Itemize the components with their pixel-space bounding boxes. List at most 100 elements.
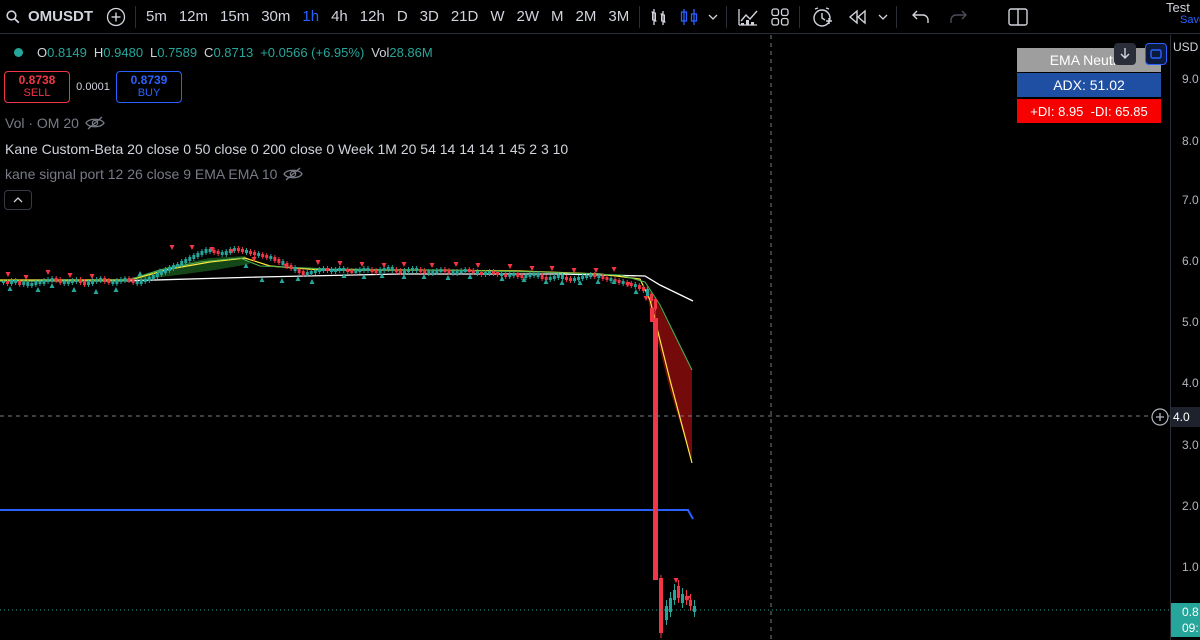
candle-body <box>305 272 309 275</box>
di-cell: +DI: 8.95 -DI: 65.85 <box>1017 99 1161 123</box>
candle-body <box>423 270 427 273</box>
symbol-search-button[interactable]: OMUSDT <box>0 4 101 30</box>
last-price-label: 0.8 09: <box>1171 603 1200 637</box>
candle-body <box>54 278 58 281</box>
candle-body <box>398 270 402 273</box>
candle-body <box>212 250 216 253</box>
candle-body <box>451 271 455 274</box>
timeframe-4h[interactable]: 4h <box>325 4 354 30</box>
timeframe-w[interactable]: W <box>484 4 510 30</box>
candle-body <box>362 268 366 271</box>
currency-selector[interactable]: USD <box>1173 40 1198 54</box>
price-tick-label: 8.0 <box>1182 134 1199 148</box>
timeframe-5m[interactable]: 5m <box>140 4 173 30</box>
candle-body <box>496 272 500 275</box>
timeframe-m[interactable]: M <box>545 4 570 30</box>
eye-off-icon[interactable] <box>85 116 105 130</box>
candle-body <box>70 280 74 283</box>
bar-style-icon[interactable] <box>644 4 674 30</box>
indicator-kane-custom[interactable]: Kane Custom-Beta 20 close 0 50 close 0 2… <box>5 141 568 157</box>
download-button[interactable] <box>1114 43 1136 65</box>
timeframe-3d[interactable]: 3D <box>414 4 445 30</box>
download-icon <box>1120 48 1130 59</box>
candle-body <box>87 282 91 285</box>
ohlc-value: 0.9480 <box>103 45 144 60</box>
timeframe-1h[interactable]: 1h <box>296 4 325 30</box>
sell-button[interactable]: 0.8738 SELL <box>4 71 70 103</box>
timeframe-21d[interactable]: 21D <box>445 4 485 30</box>
timeframe-2m[interactable]: 2M <box>570 4 603 30</box>
candle-body <box>139 280 143 284</box>
price-axis[interactable]: 9.0 8.0 7.0 6.0 5.0 4.0 3.0 2.0 1.0 <box>1170 35 1200 640</box>
timeframe-15m[interactable]: 15m <box>214 4 255 30</box>
object-tree-button[interactable] <box>1145 43 1167 65</box>
timeframe-3m[interactable]: 3M <box>602 4 635 30</box>
candle-body <box>459 270 463 273</box>
candle-body <box>366 268 370 271</box>
redo-icon[interactable] <box>941 4 975 30</box>
candle-body <box>677 586 680 598</box>
timeframe-30m[interactable]: 30m <box>255 4 296 30</box>
candle-body <box>483 272 487 275</box>
candle-body <box>605 277 609 280</box>
candle-body <box>681 594 684 603</box>
timeframe-2w[interactable]: 2W <box>511 4 546 30</box>
account-area[interactable]: Test Save <box>1166 0 1200 34</box>
chart-pane[interactable] <box>0 35 1170 640</box>
sell-signal-marker <box>593 268 599 273</box>
candle-body <box>297 269 301 273</box>
candle-body <box>411 268 415 271</box>
candle-body <box>91 280 95 284</box>
toolbar-divider <box>135 5 136 28</box>
sell-signal-marker <box>611 267 617 272</box>
candle-body <box>374 270 378 273</box>
candle-body <box>135 281 139 284</box>
timeframe-group: 5m 12m 15m 30m 1h 4h 12h D 3D 21D W 2W M 2M 3M <box>140 4 635 30</box>
indicator-kane-signal[interactable]: kane signal port 12 26 close 9 EMA EMA 1… <box>5 166 304 182</box>
alert-icon[interactable] <box>804 4 840 30</box>
candle-body <box>245 250 248 253</box>
candle-body <box>556 275 560 278</box>
timeframe-12m[interactable]: 12m <box>173 4 214 30</box>
candle-style-icon[interactable] <box>674 4 704 30</box>
candle-body <box>455 271 459 274</box>
candle-body <box>176 264 180 267</box>
ohlc-item: C0.8713 <box>204 45 253 60</box>
candle-body <box>261 254 265 257</box>
indicators-icon[interactable] <box>731 4 765 30</box>
collapse-legend-button[interactable] <box>4 190 32 210</box>
toolbar-divider <box>896 5 898 28</box>
add-symbol-icon[interactable] <box>101 4 131 30</box>
timeframe-12h[interactable]: 12h <box>354 4 391 30</box>
buy-signal-marker <box>467 274 473 279</box>
candle-body <box>26 282 30 286</box>
templates-icon[interactable] <box>765 4 795 30</box>
candle-body <box>479 272 483 275</box>
chevron-down-icon[interactable] <box>704 4 722 30</box>
add-alert-button[interactable] <box>1151 408 1169 426</box>
candle-body <box>143 279 147 282</box>
save-status[interactable]: Save <box>1180 14 1200 26</box>
chevron-down-icon[interactable] <box>874 4 892 30</box>
candle-body <box>293 267 297 271</box>
candle-body <box>475 271 479 274</box>
replay-icon[interactable] <box>840 4 874 30</box>
candle-body <box>10 280 14 284</box>
candle-body <box>342 268 346 271</box>
market-status-dot <box>14 48 23 57</box>
candle-body <box>492 271 496 274</box>
undo-icon[interactable] <box>901 4 941 30</box>
indicator-volume[interactable]: Vol · OM 20 <box>5 115 105 131</box>
buy-button[interactable]: 0.8739 BUY <box>116 71 182 103</box>
eye-off-icon[interactable] <box>283 167 304 181</box>
candle-body <box>439 269 443 272</box>
timeframe-d[interactable]: D <box>391 4 414 30</box>
candle-body <box>419 269 423 272</box>
candle-body <box>536 273 540 277</box>
ohlc-label: O <box>37 45 48 60</box>
candle-body <box>309 271 313 274</box>
price-chart[interactable] <box>0 35 1170 640</box>
layout-icon[interactable] <box>999 4 1037 30</box>
buy-signal-marker <box>499 276 505 281</box>
candle-body <box>83 281 86 285</box>
